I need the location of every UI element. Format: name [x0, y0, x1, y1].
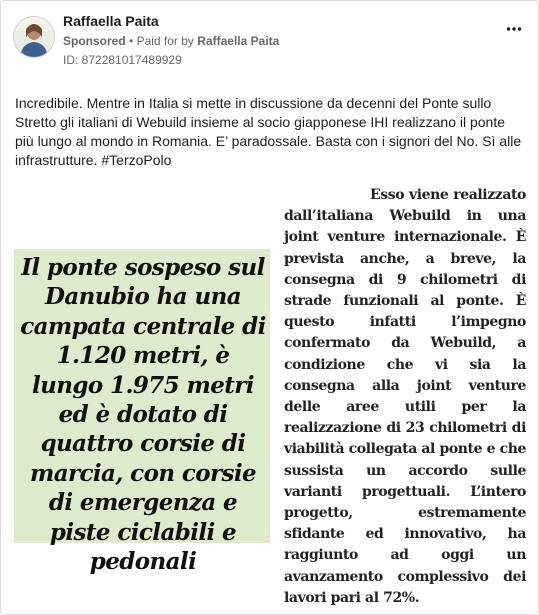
- avatar-photo-icon: [14, 17, 54, 57]
- ad-id: ID: 872281017489929: [63, 53, 182, 67]
- paid-for-name[interactable]: Raffaella Paita: [197, 34, 279, 48]
- avatar[interactable]: [13, 16, 55, 58]
- sponsored-label: Sponsored: [63, 34, 126, 48]
- quote-box: Il ponte sospeso sul Danubio ha una camp…: [14, 249, 270, 575]
- more-dots-icon: [506, 27, 522, 31]
- post-text: Incredibile. Mentre in Italia si mette i…: [15, 95, 522, 168]
- meta-separator: •: [129, 34, 134, 48]
- sponsored-line: Sponsored • Paid for by Raffaella Paita: [63, 34, 279, 48]
- newspaper-article: Esso viene realizzato dall’italiana Webu…: [284, 185, 526, 609]
- more-options-button[interactable]: [506, 21, 522, 32]
- paid-for-prefix: Paid for by: [136, 34, 194, 48]
- article-text: Esso viene realizzato dall’italiana Webu…: [284, 187, 526, 606]
- ad-post-card: Raffaella Paita Sponsored • Paid for by …: [0, 0, 539, 615]
- quote-text: Il ponte sospeso sul Danubio ha una camp…: [20, 254, 266, 576]
- post-image[interactable]: Il ponte sospeso sul Danubio ha una camp…: [1, 179, 538, 611]
- author-name[interactable]: Raffaella Paita: [63, 13, 159, 29]
